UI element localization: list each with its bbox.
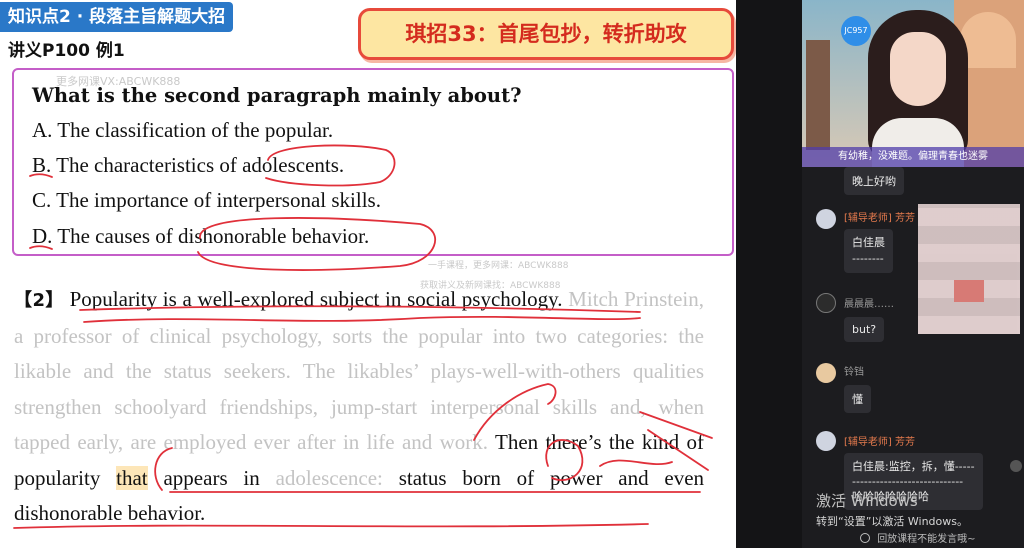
chat-sender: 铃铛 xyxy=(844,367,864,378)
activation-title: 激活 Windows xyxy=(816,492,918,510)
option-a: A. The classification of the popular. xyxy=(32,118,334,142)
playback-notice: 回放课程不能发言哦~ xyxy=(860,530,976,545)
topic-sentence: Popularity is a well-explored subject in… xyxy=(69,287,563,311)
chat-sender: 晨晨晨…… xyxy=(844,299,894,310)
lecture-reference: 讲义P100 例1 xyxy=(8,41,125,61)
passage-paragraph-2: 【2】 Popularity is a well-explored subjec… xyxy=(14,282,704,532)
avatar xyxy=(816,293,836,313)
lesson-slide: 知识点2 · 段落主旨解题大招 讲义P100 例1 琪招33：首尾包抄，转折助攻… xyxy=(0,0,736,548)
avatar xyxy=(816,363,836,383)
chat-text: 白佳晨 xyxy=(852,236,885,249)
chat-bubble: but? xyxy=(844,317,885,342)
topic-tag: 知识点2 · 段落主旨解题大招 xyxy=(0,2,234,32)
chat-sender: [辅导老师] 芳芳 xyxy=(844,213,915,224)
bg-tower xyxy=(806,40,830,150)
question-stem: What is the second paragraph mainly abou… xyxy=(32,84,522,107)
highlighted-word: that xyxy=(116,465,148,490)
chat-text: ---------------------------- xyxy=(852,475,964,488)
playback-text: 回放课程不能发言哦~ xyxy=(877,534,976,545)
option-b: B. The characteristics of adolescents. xyxy=(32,153,345,177)
avatar xyxy=(816,431,836,451)
activation-hint: 转到“设置”以激活 Windows。 xyxy=(816,515,968,528)
teacher-video[interactable] xyxy=(802,0,1024,167)
closing-faded: adolescence: xyxy=(275,465,383,490)
chat-bubble: 懂 xyxy=(844,385,871,413)
scroll-indicator[interactable] xyxy=(1010,460,1022,472)
closing-sentence-b: appears in xyxy=(163,465,260,490)
watermark: 一手课程，更多网课：ABCWK888 xyxy=(428,261,569,271)
privacy-mosaic xyxy=(918,204,1020,334)
side-strip xyxy=(736,0,802,548)
option-d: D. The causes of dishonorable behavior. xyxy=(32,224,370,248)
chat-bubble: 晚上好哟 xyxy=(844,167,904,195)
chat-text: -------- xyxy=(852,252,884,265)
paragraph-number: 【2】 xyxy=(14,290,64,311)
teacher-figure xyxy=(868,10,968,167)
question-box: What is the second paragraph mainly abou… xyxy=(12,68,734,256)
chat-sender: [辅导老师] 芳芳 xyxy=(844,437,915,448)
video-caption: 有幼稚，没难题。偏理青春也迷雾 xyxy=(802,147,1024,167)
faded-text: Mitch Prinstein, a professor of clinical… xyxy=(14,287,705,454)
avatar xyxy=(816,209,836,229)
option-c: C. The importance of interpersonal skill… xyxy=(32,188,381,212)
camera-icon xyxy=(860,533,870,543)
windows-activation-notice: 激活 Windows 转到“设置”以激活 Windows。 xyxy=(816,490,968,529)
channel-logo: JC957 xyxy=(841,16,871,46)
chat-bubble: 白佳晨 -------- xyxy=(844,229,893,273)
bg-dome xyxy=(960,12,1016,68)
tip-banner: 琪招33：首尾包抄，转折助攻 xyxy=(358,8,734,60)
chat-text: 白佳晨:监控，拆，懂----- xyxy=(852,460,975,473)
